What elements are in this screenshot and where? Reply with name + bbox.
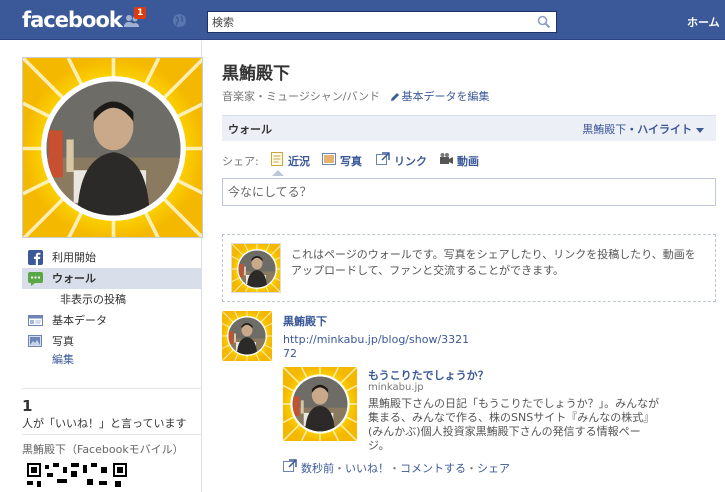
search-input[interactable] [208,12,528,32]
edit-info-link[interactable]: 基本データを編集 [390,90,490,103]
share-pointer [272,170,284,176]
search-icon[interactable] [537,15,551,29]
info-text: これはページのウォールです。写真をシェアしたり、リンクを投稿したり、動画をアップ… [291,248,696,277]
separator: ・ [334,462,345,475]
sidebar-item-getting-started[interactable]: 利用開始 [22,247,202,268]
facebook-icon [28,250,43,265]
wall-header: ウォール 黒鮪殿下・ハイライト [222,115,716,141]
share-status-button[interactable]: 近況 [270,152,310,169]
status-input[interactable] [222,178,716,206]
page-category: 音楽家・ミュージシャン/バンド [222,90,381,103]
page-subtitle: 音楽家・ミュージシャン/バンド 基本データを編集 [222,88,490,104]
share-link-button[interactable]: リンク [376,152,427,169]
share-photo-button[interactable]: 写真 [322,153,362,169]
likes-text[interactable]: 人が「いいね！」と言っています [22,415,202,431]
search-box [207,11,557,33]
sidebar-item-label: 利用開始 [52,251,96,264]
wall-filter-dropdown[interactable]: 黒鮪殿下・ハイライト [582,121,704,137]
status-icon [271,152,283,166]
separator: ・ [466,462,477,475]
comment-button[interactable]: コメントする [400,462,466,475]
mobile-section: 黒鮪殿下（Facebookモバイル） [22,434,202,487]
mobile-title: 黒鮪殿下（Facebookモバイル） [22,443,184,456]
sidebar-item-label: 非表示の投稿 [60,293,126,306]
globe-icon[interactable] [172,13,187,28]
info-thumbnail [231,243,281,293]
sidebar-item-info[interactable]: 基本データ [22,310,202,331]
qr-code [27,463,127,487]
chevron-down-icon [696,127,704,133]
video-icon [440,153,453,164]
sidebar-item-label: ウォール [52,272,96,285]
post-actions: 数秒前・いいね！・コメントする・シェア [283,459,510,476]
separator: ・ [389,462,400,475]
wall-icon [28,272,43,286]
info-icon [28,315,43,326]
photo-icon [322,153,336,165]
sidebar-nav: 利用開始 ウォール 非表示の投稿 基本データ 写真 編集 [22,247,202,370]
profile-picture[interactable] [22,57,203,238]
facebook-logo[interactable]: facebook [22,8,123,32]
likes-summary: 1 人が「いいね！」と言っています [22,388,202,431]
share-video-button[interactable]: 動画 [439,153,479,169]
sidebar-edit-link[interactable]: 編集 [22,352,202,370]
like-button[interactable]: いいね！ [345,462,389,475]
wall-title: ウォール [228,123,272,136]
pencil-icon [390,93,399,101]
sidebar-item-photos[interactable]: 写真 [22,331,202,352]
attachment-thumbnail[interactable] [283,367,357,441]
link-icon [283,459,297,472]
post-author[interactable]: 黒鮪殿下 [283,313,327,329]
attachment-domain: minkabu.jp [368,382,424,393]
page-title: 黒鮪殿下 [222,64,290,84]
home-link[interactable]: ホーム [687,14,720,30]
left-sidebar: 利用開始 ウォール 非表示の投稿 基本データ 写真 編集 1 人が「いいね！」と… [0,41,203,492]
avatar[interactable] [222,311,272,361]
top-bar: facebook 1 ホーム [0,0,725,40]
wall-filter-label: ・ハイライト [626,123,692,136]
edit-info-label: 基本データを編集 [401,90,490,103]
share-label: シェア: [222,155,259,168]
sidebar-item-wall[interactable]: ウォール [22,268,202,289]
sidebar-item-hidden-posts[interactable]: 非表示の投稿 [22,289,202,310]
notification-badge[interactable]: 1 [134,7,147,19]
photo-icon [28,335,42,347]
sidebar-item-label: 基本データ [52,314,107,327]
likes-count[interactable]: 1 [22,397,202,415]
sidebar-item-label: 編集 [52,353,74,366]
link-icon [376,152,390,165]
attachment-title[interactable]: もうこりたでしょうか？ [368,367,489,383]
wall-info-box: これはページのウォールです。写真をシェアしたり、リンクを投稿したり、動画をアップ… [222,234,716,302]
wall-filter-name: 黒鮪殿下 [582,123,627,136]
sidebar-item-label: 写真 [52,335,74,348]
attachment-description: 黒鮪殿下さんの日記「もうこりたでしょうか？」。みんなが集まる、みんなで作る、株の… [368,397,660,452]
share-button[interactable]: シェア [477,462,510,475]
post-link[interactable]: http://minkabu.jp/blog/show/332172 [283,333,473,361]
